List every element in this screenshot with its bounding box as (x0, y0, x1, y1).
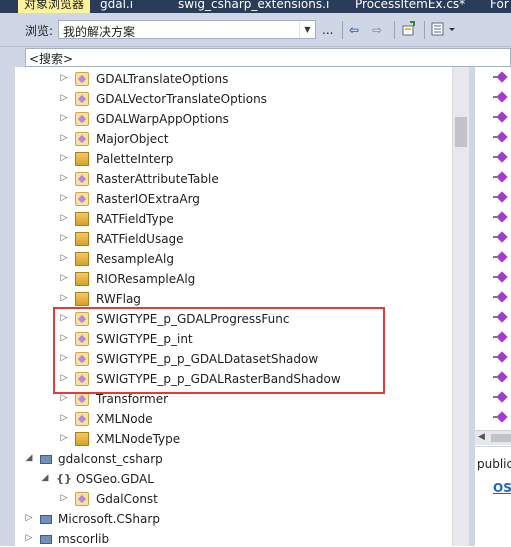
assembly-icon (40, 455, 52, 464)
expand-icon[interactable]: ▷ (59, 153, 69, 163)
class-icon (75, 172, 89, 186)
chevron-down-icon[interactable]: ▼ (299, 21, 315, 38)
highlight-annotation-box (53, 307, 385, 394)
method-icon[interactable] (493, 372, 507, 382)
method-icon[interactable] (493, 292, 507, 302)
enum-icon (75, 252, 89, 266)
method-icon[interactable] (493, 232, 507, 242)
objects-tree: ▷ GDALTranslateOptions ▷ GDALVectorTrans… (16, 67, 452, 546)
enum-icon (75, 292, 89, 306)
expand-icon[interactable]: ▷ (59, 213, 69, 223)
enum-icon (75, 152, 89, 166)
expand-icon[interactable]: ▷ (59, 113, 69, 123)
expand-icon[interactable]: ▷ (59, 273, 69, 283)
assembly-icon (40, 535, 52, 544)
browse-label: 浏览: (25, 24, 54, 38)
enum-icon (75, 212, 89, 226)
method-icon[interactable] (493, 352, 507, 362)
expand-icon[interactable]: ▷ (24, 533, 34, 543)
browse-scope-value: 我的解决方案 (63, 25, 136, 39)
members-horizontal-scrollbar[interactable]: ◀ (475, 430, 511, 445)
method-icon[interactable] (493, 272, 507, 282)
scroll-left-icon[interactable]: ◀ (478, 432, 485, 442)
description-link[interactable]: OS (493, 481, 511, 495)
method-icon[interactable] (493, 112, 507, 122)
assembly-icon (40, 515, 52, 524)
class-icon (75, 192, 89, 206)
scrollbar-thumb[interactable] (491, 434, 511, 442)
expand-icon[interactable]: ▷ (59, 93, 69, 103)
members-list (475, 67, 511, 446)
class-icon (75, 392, 89, 406)
expand-icon[interactable]: ▷ (59, 193, 69, 203)
class-icon (75, 112, 89, 126)
expand-icon[interactable]: ▷ (59, 173, 69, 183)
add-reference-icon[interactable] (401, 21, 417, 39)
method-icon[interactable] (493, 412, 507, 422)
tab-gdal-i[interactable]: gdal.i (100, 0, 133, 13)
expand-icon[interactable]: ▷ (59, 413, 69, 423)
method-icon[interactable] (493, 172, 507, 182)
tab-processitemex[interactable]: ProcessItemEx.cs* (355, 0, 465, 13)
expand-icon[interactable]: ▷ (59, 493, 69, 503)
object-browser-toolbar: 浏览: 我的解决方案 ▼ ... ⇦ ⇨ (0, 13, 511, 47)
method-icon[interactable] (493, 92, 507, 102)
left-gutter (0, 67, 15, 546)
description-pane: public OS (475, 446, 511, 547)
class-icon (75, 412, 89, 426)
search-input[interactable]: <搜索> (25, 48, 511, 67)
expand-icon[interactable]: ▷ (24, 513, 34, 523)
settings-dropdown-icon[interactable] (431, 21, 457, 39)
expand-icon[interactable]: ▷ (59, 393, 69, 403)
forward-arrow-icon[interactable]: ⇨ (372, 21, 382, 39)
browse-scope-dropdown[interactable]: 我的解决方案 ▼ (58, 20, 316, 39)
method-icon[interactable] (493, 212, 507, 222)
enum-icon (75, 232, 89, 246)
method-icon[interactable] (493, 72, 507, 82)
method-icon[interactable] (493, 392, 507, 402)
document-tab-strip: 对象浏览器 gdal.i swig_csharp_extensions.i Pr… (0, 0, 511, 13)
method-icon[interactable] (493, 252, 507, 262)
collapse-icon[interactable]: ◢ (24, 453, 34, 463)
class-icon (75, 72, 89, 86)
class-icon (75, 92, 89, 106)
search-placeholder: <搜索> (29, 52, 74, 66)
edit-custom-components-button[interactable]: ... (322, 21, 333, 39)
expand-icon[interactable]: ▷ (59, 293, 69, 303)
class-icon (75, 492, 89, 506)
enum-icon (75, 272, 89, 286)
method-icon[interactable] (493, 312, 507, 322)
description-keyword: public (477, 457, 511, 471)
expand-icon[interactable]: ▷ (59, 433, 69, 443)
tab-overflow[interactable]: For (490, 0, 509, 13)
tab-swig-csharp-extensions[interactable]: swig_csharp_extensions.i (178, 0, 329, 13)
enum-icon (75, 432, 89, 446)
namespace-icon: {} (56, 472, 72, 485)
class-icon (75, 132, 89, 146)
expand-icon[interactable]: ▷ (59, 133, 69, 143)
expand-icon[interactable]: ▷ (59, 233, 69, 243)
tab-object-browser[interactable]: 对象浏览器 (18, 0, 91, 13)
back-arrow-icon[interactable]: ⇦ (349, 21, 359, 39)
method-icon[interactable] (493, 132, 507, 142)
scrollbar-thumb[interactable] (455, 117, 467, 147)
search-row: <搜索> (0, 47, 511, 67)
expand-icon[interactable]: ▷ (59, 253, 69, 263)
tree-vertical-scrollbar[interactable] (452, 67, 470, 546)
method-icon[interactable] (493, 192, 507, 202)
collapse-icon[interactable]: ◢ (40, 473, 50, 483)
method-icon[interactable] (493, 152, 507, 162)
expand-icon[interactable]: ▷ (59, 73, 69, 83)
method-icon[interactable] (493, 332, 507, 342)
